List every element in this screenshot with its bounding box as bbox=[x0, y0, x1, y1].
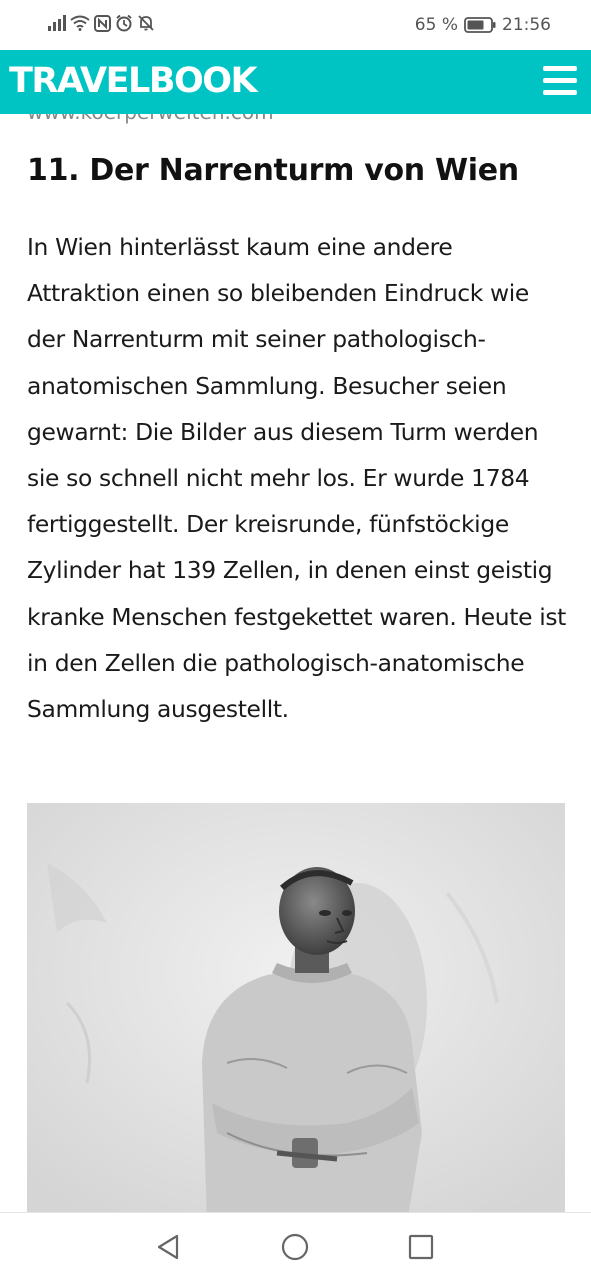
article-body: In Wien hinterlässt kaum eine andere Att… bbox=[27, 233, 567, 724]
back-button[interactable] bbox=[151, 1230, 185, 1264]
menu-button[interactable] bbox=[543, 66, 579, 98]
brand-logo[interactable]: TRAVELBOOK bbox=[9, 61, 258, 101]
screen: 65 % 21:56 TRAVELBOOK www.koerperwelten.… bbox=[0, 0, 591, 1280]
alarm-icon bbox=[116, 14, 132, 32]
hamburger-bar bbox=[543, 90, 577, 95]
notifications-off-icon bbox=[138, 15, 154, 31]
site-header: TRAVELBOOK bbox=[0, 50, 591, 114]
article-heading: 11. Der Narrenturm von Wien bbox=[27, 153, 519, 188]
back-triangle-icon bbox=[157, 1234, 179, 1260]
narrenturm-exhibit-photo bbox=[27, 803, 565, 1212]
status-info-right: 65 % 21:56 bbox=[415, 14, 551, 36]
article-content: www.koerperwelten.com 11. Der Narrenturm… bbox=[0, 114, 591, 1212]
recents-button[interactable] bbox=[404, 1230, 438, 1264]
recents-square-icon bbox=[408, 1234, 434, 1260]
hamburger-menu-icon bbox=[543, 66, 577, 71]
status-icons-left bbox=[48, 14, 155, 32]
wifi-icon bbox=[70, 15, 90, 31]
article-image bbox=[27, 803, 565, 1212]
clock: 21:56 bbox=[502, 15, 551, 35]
status-bar: 65 % 21:56 bbox=[0, 0, 591, 50]
battery-percent: 65 % bbox=[414, 15, 458, 35]
battery-icon bbox=[464, 17, 496, 33]
system-navigation-bar bbox=[0, 1212, 591, 1280]
home-button[interactable] bbox=[278, 1230, 312, 1264]
hamburger-bar bbox=[543, 78, 577, 83]
signal-icon bbox=[48, 15, 66, 31]
image-credit: www.koerperwelten.com bbox=[27, 114, 274, 124]
nfc-icon bbox=[94, 14, 111, 32]
home-circle-icon bbox=[281, 1233, 309, 1261]
